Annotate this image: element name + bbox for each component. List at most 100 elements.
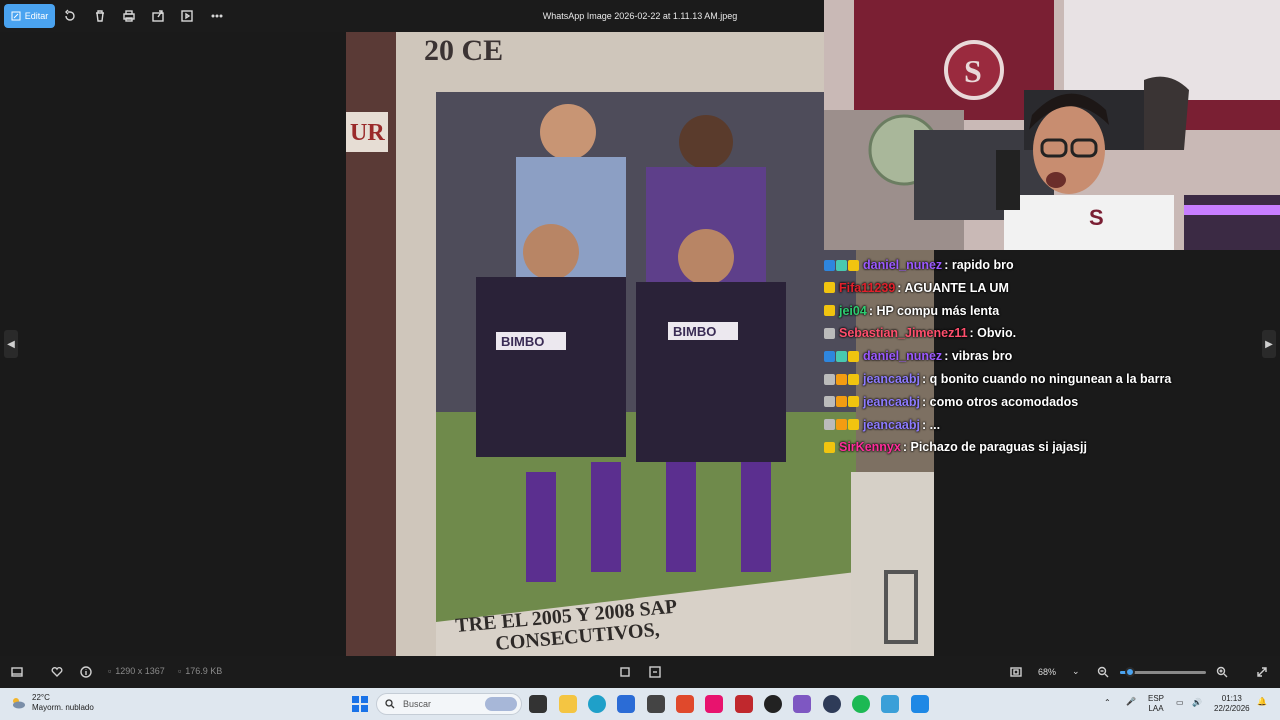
network-icon[interactable]: ▭: [1176, 698, 1184, 708]
chat-message: daniel_nunez: vibras bro: [824, 346, 1012, 366]
chat-username[interactable]: daniel_nunez: [863, 258, 942, 272]
notepad-icon[interactable]: [881, 695, 899, 713]
file-explorer-icon[interactable]: [559, 695, 577, 713]
side-text: UR: [350, 120, 385, 146]
chat-message: jei04: HP compu más lenta: [824, 301, 999, 321]
chat-username[interactable]: SirKennyx: [839, 440, 901, 454]
windows-taskbar: 22°C Mayorm. nublado Buscar ⌃ 🎤 ESP LAA …: [0, 688, 1280, 720]
media-player-icon[interactable]: [823, 695, 841, 713]
zoom-level-text: 68%: [1038, 666, 1057, 677]
chat-message: jeancaabj: ...: [824, 415, 940, 435]
chat-message: jeancaabj: como otros acomodados: [824, 392, 1078, 412]
chat-badge-icon: [824, 327, 835, 339]
jersey-sponsor-left: BIMBO: [501, 334, 544, 349]
chat-badge-icon: [836, 373, 847, 385]
chat-badge-icon: [836, 419, 847, 431]
keyboard-layout: LAA: [1148, 704, 1164, 713]
streamer-webcam-feed: S S: [824, 0, 1280, 250]
chat-badge-icon: [824, 373, 835, 385]
zoom-slider[interactable]: [1120, 667, 1206, 677]
filmstrip-icon[interactable]: [11, 666, 23, 678]
webcam-overlay: S S: [824, 0, 1280, 250]
chat-badges: [824, 259, 859, 271]
chat-message-text: : como otros acomodados: [921, 394, 1079, 409]
language-indicator[interactable]: ESP LAA: [1148, 694, 1164, 714]
svg-text:S: S: [1089, 205, 1104, 230]
file-size-text: 176.9 KB: [185, 666, 223, 676]
windows-logo-icon: [352, 696, 359, 703]
task-view-icon[interactable]: [529, 695, 547, 713]
brave-browser-icon[interactable]: [676, 695, 694, 713]
search-placeholder: Buscar: [403, 699, 432, 709]
dimensions-icon: ▫: [108, 666, 112, 676]
info-icon[interactable]: [80, 666, 92, 678]
chat-message-text: : ...: [921, 417, 941, 432]
chat-username[interactable]: jeancaabj: [863, 395, 920, 409]
tiktok-live-icon[interactable]: [705, 695, 723, 713]
media-app-icon[interactable]: [735, 695, 753, 713]
chat-badge-icon: [824, 419, 835, 431]
clock-time: 01:13: [1221, 694, 1242, 703]
cloud-sun-icon: [13, 698, 25, 709]
chat-username[interactable]: jeancaabj: [863, 372, 920, 386]
zoom-slider-thumb[interactable]: [1125, 667, 1136, 677]
chat-badges: [824, 327, 835, 339]
chat-username[interactable]: jeancaabj: [863, 418, 920, 432]
chat-badge-icon: [824, 305, 835, 317]
previous-image-button[interactable]: ◀: [4, 330, 18, 358]
chat-badges: [824, 396, 859, 408]
outlook-icon[interactable]: [617, 695, 635, 713]
chat-badges: [824, 373, 859, 385]
chat-message: jeancaabj: q bonito cuando no ningunean …: [824, 369, 1171, 389]
chat-message: Fifa11239: AGUANTE LA UM: [824, 278, 1009, 298]
image-dimensions: ▫ 1290 x 1367: [108, 666, 165, 676]
capcut-icon[interactable]: [647, 695, 665, 713]
svg-text:S: S: [964, 53, 982, 89]
chat-message: Sebastian_Jimenez11: Obvio.: [824, 323, 1016, 343]
chat-badge-icon: [848, 396, 859, 408]
taskbar-search-box[interactable]: Buscar: [376, 693, 522, 715]
weather-description: Mayorm. nublado: [32, 703, 94, 712]
chevron-down-icon: ⌄: [1072, 666, 1080, 676]
clock-date: 22/2/2026: [1214, 704, 1250, 713]
obs-studio-icon[interactable]: [764, 695, 782, 713]
photos-app-icon[interactable]: [911, 695, 929, 713]
start-button[interactable]: [352, 696, 368, 712]
chat-message-text: : Obvio.: [969, 326, 1017, 341]
full-screen-icon[interactable]: [1256, 666, 1268, 678]
spotify-icon[interactable]: [852, 695, 870, 713]
caption-top: 20 CE: [424, 34, 503, 67]
microphone-icon[interactable]: 🎤: [1126, 697, 1136, 707]
status-bar: ▫ 1290 x 1367 ▫ 176.9 KB 68% ⌄: [0, 656, 1280, 688]
zoom-dropdown[interactable]: 68% ⌄: [1038, 666, 1080, 677]
notification-bell-icon[interactable]: 🔔: [1257, 697, 1267, 707]
chat-badge-icon: [824, 350, 835, 362]
chat-badge-icon: [836, 350, 847, 362]
chat-badge-icon: [824, 282, 835, 294]
zoom-in-icon[interactable]: [1216, 666, 1228, 678]
chat-username[interactable]: Fifa11239: [839, 281, 895, 295]
show-hidden-icons-chevron-icon[interactable]: ⌃: [1104, 698, 1111, 708]
chat-badge-icon: [848, 259, 859, 271]
crop-icon[interactable]: [619, 666, 631, 678]
edge-browser-icon[interactable]: [588, 695, 606, 713]
clock[interactable]: 01:13 22/2/2026: [1214, 694, 1250, 714]
search-highlight-icon: [485, 697, 517, 711]
chat-username[interactable]: daniel_nunez: [863, 349, 942, 363]
visual-search-icon[interactable]: [649, 666, 661, 678]
file-size: ▫ 176.9 KB: [178, 666, 222, 676]
chat-badge-icon: [824, 396, 835, 408]
zoom-out-icon[interactable]: [1097, 666, 1109, 678]
chat-username[interactable]: jei04: [839, 304, 867, 318]
chat-message-text: : Pichazo de paraguas si jajasjj: [902, 440, 1087, 455]
fit-to-window-icon[interactable]: [1010, 666, 1022, 678]
chat-username[interactable]: Sebastian_Jimenez11: [839, 326, 968, 340]
chat-message: SirKennyx: Pichazo de paraguas si jajasj…: [824, 437, 1087, 457]
favorite-heart-icon[interactable]: [51, 666, 63, 678]
volume-icon[interactable]: 🔊: [1192, 698, 1202, 708]
chat-message-text: : q bonito cuando no ningunean a la barr…: [921, 372, 1172, 386]
weather-widget[interactable]: 22°C Mayorm. nublado: [10, 693, 94, 713]
snipping-tool-icon[interactable]: [793, 695, 811, 713]
chat-badges: [824, 419, 859, 431]
chat-badge-icon: [848, 373, 859, 385]
